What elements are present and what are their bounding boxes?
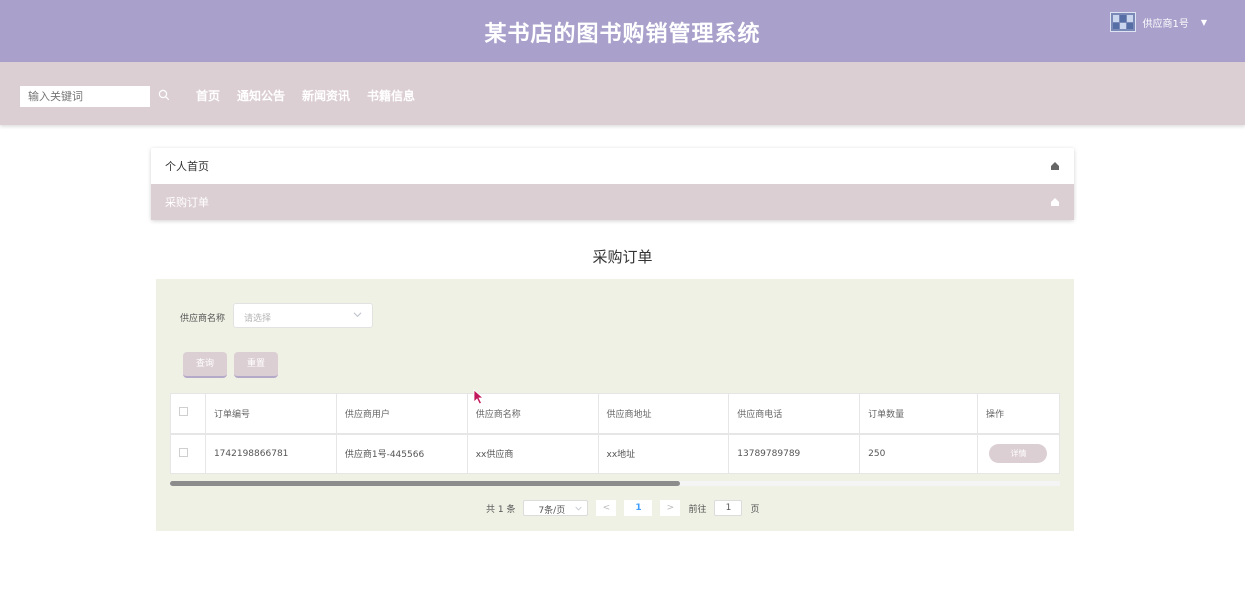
supplier-name-label: 供应商名称: [180, 314, 226, 324]
user-panel-menu: 个人首页 采购订单: [151, 148, 1074, 220]
row-checkbox[interactable]: [179, 447, 188, 457]
column-header[interactable]: 供应商名称: [466, 393, 599, 435]
home-icon: [1051, 162, 1059, 170]
detail-button[interactable]: 详情: [989, 444, 1048, 464]
mouse-cursor-icon: [473, 389, 485, 405]
table-cell: 供应商1号-445566: [335, 433, 468, 474]
prev-page-button[interactable]: <: [596, 500, 617, 516]
page-suffix: 页: [750, 504, 760, 515]
query-button[interactable]: 查询: [183, 352, 227, 378]
pagination: 共 1 条 7条/页 < 1 > 前往 1 页: [486, 500, 759, 516]
panel-item-personal-home[interactable]: 个人首页: [151, 148, 1074, 184]
chevron-down-icon: [353, 312, 362, 318]
next-page-button[interactable]: >: [660, 500, 681, 516]
table-row: 1742198866781 供应商1号-445566 xx供应商 xx地址 13…: [170, 433, 1061, 474]
table-cell: xx地址: [597, 433, 730, 474]
column-header[interactable]: 供应商用户: [335, 393, 468, 435]
nav-link-home[interactable]: 首页: [196, 87, 220, 104]
panel-item-purchase-orders[interactable]: 采购订单: [151, 184, 1074, 220]
chevron-down-icon: [575, 506, 583, 511]
column-header[interactable]: 订单编号: [204, 393, 337, 435]
avatar: [1110, 12, 1137, 32]
page-number[interactable]: 1: [624, 500, 653, 516]
table-cell: xx供应商: [466, 433, 599, 474]
goto-label: 前往: [688, 504, 707, 515]
goto-page-input[interactable]: 1: [714, 500, 743, 516]
column-header[interactable]: 供应商地址: [597, 393, 730, 435]
select-all-checkbox[interactable]: [179, 407, 188, 417]
home-icon: [1051, 198, 1059, 206]
nav-link-books[interactable]: 书籍信息: [367, 87, 415, 104]
orders-table: 订单编号 供应商用户 供应商名称 供应商地址 供应商电话 订单数量 操作 174…: [170, 393, 1061, 474]
panel-item-label: 个人首页: [165, 160, 209, 173]
orders-content: 供应商名称 请选择 查询 重置 订单编号 供应商用户 供应商名称 供应商地址 供…: [156, 279, 1074, 531]
page-size-value: 7条/页: [538, 506, 566, 516]
nav-link-news[interactable]: 新闻资讯: [302, 87, 350, 104]
supplier-name-select[interactable]: 请选择: [233, 303, 373, 328]
user-menu[interactable]: 供应商1号 ▼: [1110, 12, 1207, 32]
page-title: 采购订单: [592, 248, 653, 266]
site-title: 某书店的图书购销管理系统: [484, 22, 761, 47]
scrollbar-thumb[interactable]: [170, 481, 680, 486]
total-count: 共 1 条: [486, 504, 516, 515]
username-label: 供应商1号: [1142, 18, 1189, 30]
page-size-select[interactable]: 7条/页: [523, 500, 589, 516]
column-header: 操作: [976, 393, 1061, 435]
column-header[interactable]: 供应商电话: [728, 393, 861, 435]
panel-item-label: 采购订单: [165, 196, 209, 209]
search-input[interactable]: [20, 86, 150, 107]
nav-link-notices[interactable]: 通知公告: [237, 87, 285, 104]
nav-links: 首页 通知公告 新闻资讯 书籍信息: [196, 87, 415, 104]
horizontal-scrollbar[interactable]: [170, 481, 1060, 486]
table-cell: 13789789789: [728, 433, 861, 474]
reset-button[interactable]: 重置: [234, 352, 278, 378]
select-placeholder: 请选择: [244, 314, 272, 324]
search-icon[interactable]: [158, 89, 170, 101]
table-header-row: 订单编号 供应商用户 供应商名称 供应商地址 供应商电话 订单数量 操作: [170, 393, 1061, 435]
nav-bar: [0, 62, 1245, 125]
header-bar: 某书店的图书购销管理系统 供应商1号 ▼: [0, 0, 1245, 62]
column-header[interactable]: 订单数量: [859, 393, 978, 435]
table-cell: 250: [859, 433, 978, 474]
table-cell: 1742198866781: [204, 433, 337, 474]
chevron-down-icon: ▼: [1200, 17, 1207, 27]
